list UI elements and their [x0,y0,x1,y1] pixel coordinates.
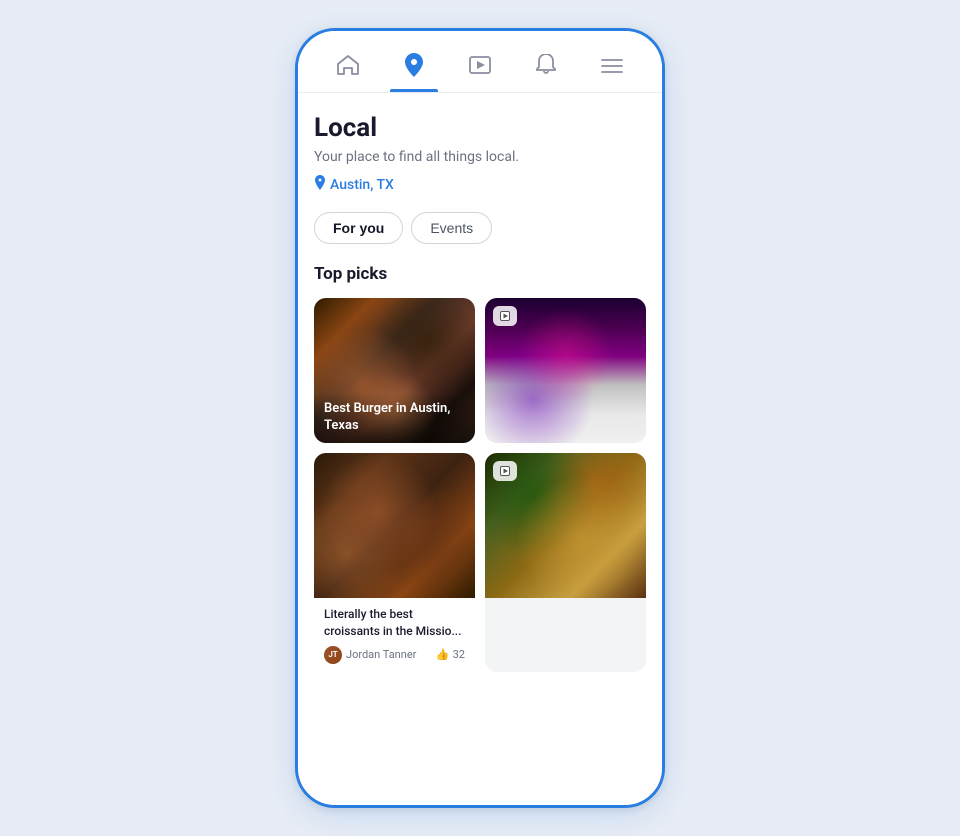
author-avatar: JT [324,646,342,664]
nav-menu[interactable] [587,49,637,89]
card-image-fashion [485,298,646,443]
phone-frame: Local Your place to find all things loca… [295,28,665,808]
like-count: 32 [453,648,465,661]
card-meta-croissant: JT Jordan Tanner 👍 32 [324,646,465,664]
picks-grid: Best Burger in Austin, Texas [314,298,646,672]
pick-card-sandwich[interactable] [485,453,646,672]
card-image-food [314,453,475,598]
video-badge-fashion [493,306,517,326]
nav-bar [298,31,662,93]
card-author-croissant: JT Jordan Tanner [324,646,416,664]
author-name: Jordan Tanner [346,648,416,661]
video-nav-icon [469,56,491,77]
pick-card-burger[interactable]: Best Burger in Austin, Texas [314,298,475,443]
content-area: Local Your place to find all things loca… [298,93,662,805]
thumbsup-icon: 👍 [436,648,450,661]
nav-video[interactable] [455,48,505,89]
card-info-croissant: Literally the best croissants in the Mis… [314,598,475,672]
tab-for-you[interactable]: For you [314,212,403,244]
pick-card-croissant[interactable]: Literally the best croissants in the Mis… [314,453,475,672]
tabs-container: For you Events [314,212,646,244]
card-text-croissant: Literally the best croissants in the Mis… [324,606,465,640]
nav-local[interactable] [390,45,438,92]
card-image-burger: Best Burger in Austin, Texas [314,298,475,443]
hamburger-menu-icon [601,57,623,77]
nav-home[interactable] [323,47,373,90]
card-image-sandwich [485,453,646,598]
pick-card-fashion[interactable] [485,298,646,443]
page-title: Local [314,113,646,143]
location-text: Austin, TX [330,177,394,193]
video-badge-sandwich [493,461,517,481]
page-subtitle: Your place to find all things local. [314,149,646,165]
card-likes: 👍 32 [436,648,465,661]
bell-icon [536,54,556,79]
tab-events[interactable]: Events [411,212,492,244]
nav-notifications[interactable] [522,46,570,91]
home-icon [337,55,359,78]
location-row[interactable]: Austin, TX [314,175,646,194]
location-icon [404,53,424,80]
location-pin-icon [314,175,326,194]
burger-caption: Best Burger in Austin, Texas [314,393,475,443]
section-title: Top picks [314,264,646,284]
